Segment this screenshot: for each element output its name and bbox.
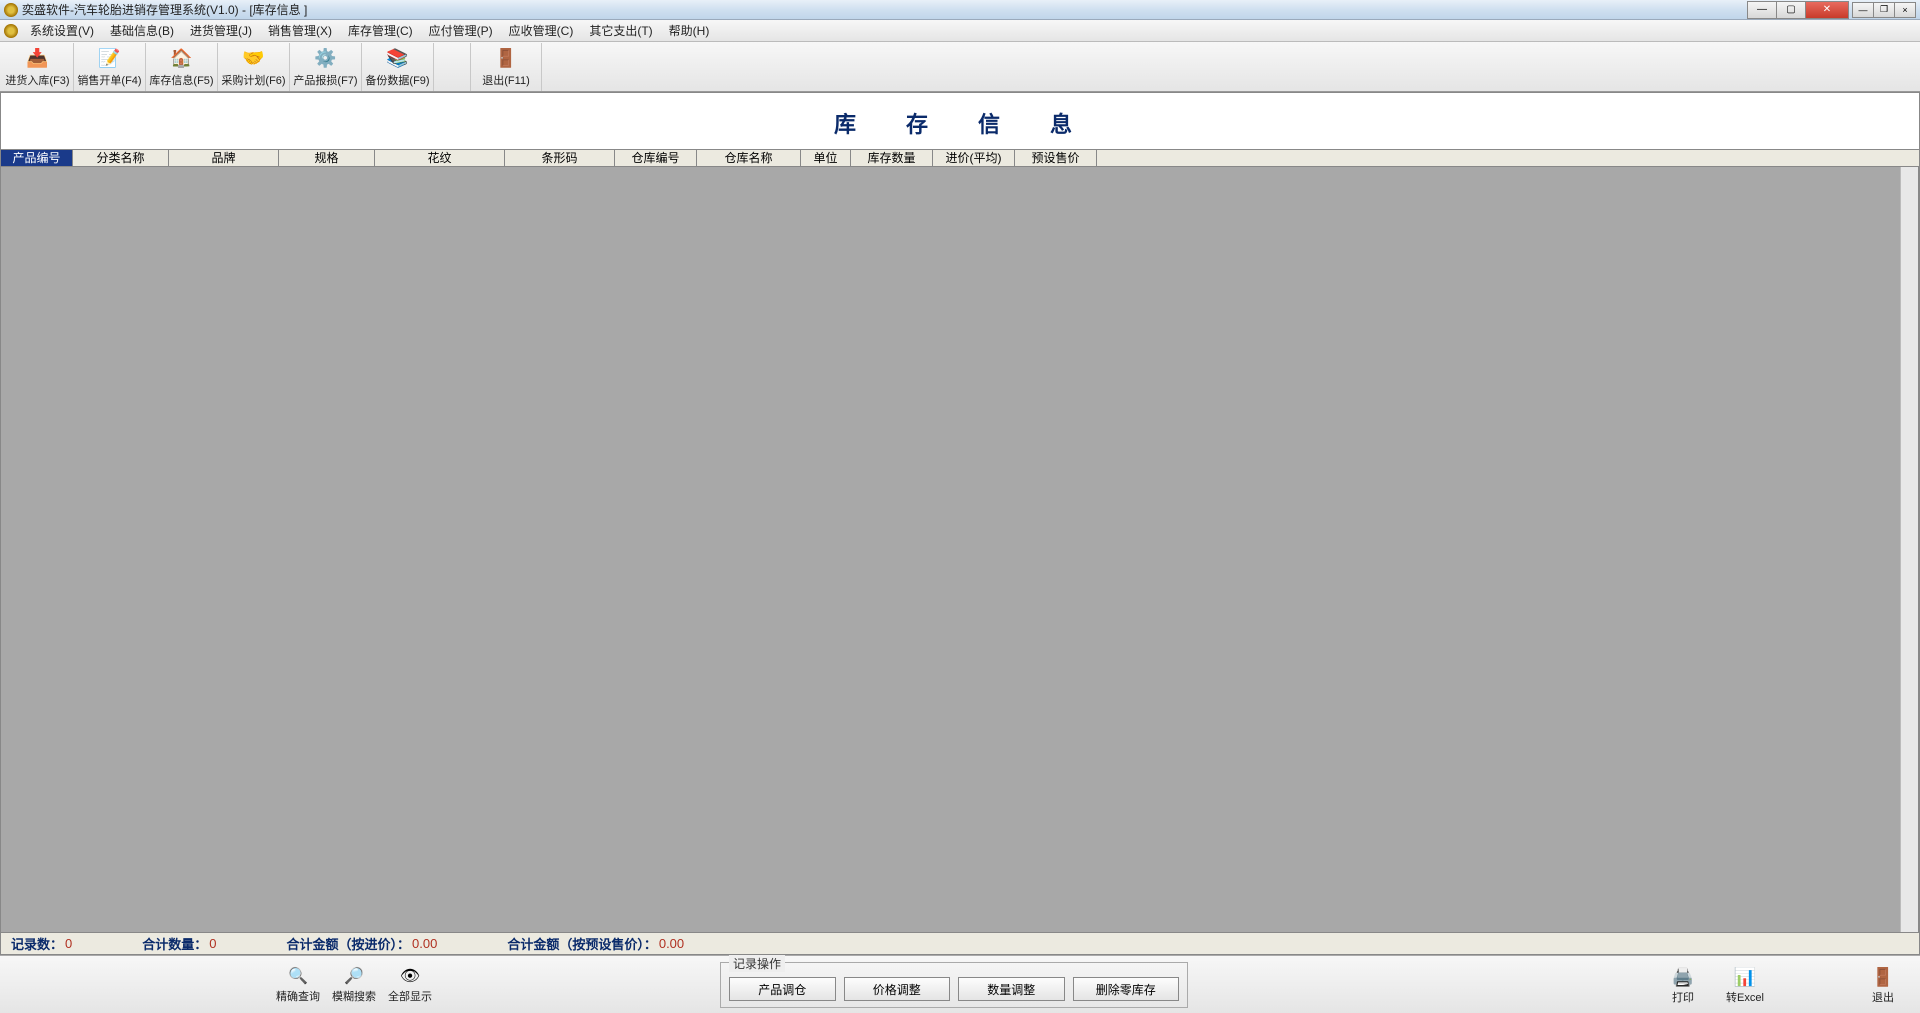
amount-sale-label: 合计金额（按预设售价）： [507, 934, 657, 953]
show-all-button[interactable]: 👁全部显示 [382, 961, 438, 1009]
exit-app-button[interactable]: 🚪退出(F11) [470, 43, 542, 91]
mdi-minimize-button[interactable]: — [1852, 2, 1874, 18]
menu-app-icon [4, 24, 18, 38]
window-close-button[interactable]: ✕ [1805, 1, 1849, 19]
search-group: 🔍精确查询🔎模糊搜索👁全部显示 [270, 961, 438, 1009]
purchase-plan-label: 采购计划(F6) [221, 72, 285, 88]
to-excel-label: 转Excel [1726, 989, 1764, 1005]
mdi-close-button[interactable]: × [1894, 2, 1916, 18]
exit-app-label: 退出(F11) [482, 72, 529, 88]
exact-search-label: 精确查询 [276, 988, 320, 1004]
mdi-controls: — ❐ × [1853, 2, 1916, 18]
fuzzy-search-icon: 🔎 [343, 965, 365, 987]
col-header-2[interactable]: 品牌 [169, 150, 279, 166]
bottom-panel: 🔍精确查询🔎模糊搜索👁全部显示 记录操作 产品调仓价格调整数量调整删除零库存 🖨… [0, 955, 1920, 1013]
exact-search-icon: 🔍 [287, 965, 309, 987]
window-minimize-button[interactable]: — [1747, 1, 1777, 19]
window-maximize-button[interactable]: ▢ [1776, 1, 1806, 19]
menu-system[interactable]: 系统设置(V) [22, 20, 102, 41]
col-header-3[interactable]: 规格 [279, 150, 375, 166]
exit-page-button[interactable]: 🚪 退出 [1858, 961, 1908, 1009]
print-button[interactable]: 🖨️打印 [1658, 961, 1708, 1009]
menu-payable[interactable]: 应付管理(P) [421, 20, 501, 41]
menu-receive[interactable]: 应收管理(C) [501, 20, 582, 41]
qty-value: 0 [209, 936, 216, 951]
exit-page-label: 退出 [1872, 989, 1894, 1005]
backup-data-label: 备份数据(F9) [365, 72, 429, 88]
stock-in-button[interactable]: 📥进货入库(F3) [2, 43, 74, 91]
exit-app-icon: 🚪 [493, 45, 519, 71]
grid-body[interactable] [1, 167, 1919, 932]
col-header-11[interactable]: 预设售价 [1015, 150, 1097, 166]
col-header-1[interactable]: 分类名称 [73, 150, 169, 166]
fuzzy-search-label: 模糊搜索 [332, 988, 376, 1004]
product-loss-button[interactable]: ⚙️产品报损(F7) [290, 43, 362, 91]
grid-header-row: 产品编号分类名称品牌规格花纹条形码仓库编号仓库名称单位库存数量进价(平均)预设售… [1, 149, 1919, 167]
exit-icon: 🚪 [1871, 965, 1895, 989]
purchase-plan-button[interactable]: 🤝采购计划(F6) [218, 43, 290, 91]
ops-button-2[interactable]: 数量调整 [958, 977, 1065, 1001]
main-toolbar: 📥进货入库(F3)📝销售开单(F4)🏠库存信息(F5)🤝采购计划(F6)⚙️产品… [0, 42, 1920, 92]
amount-cost-label: 合计金额（按进价）： [287, 934, 411, 953]
menubar: 系统设置(V) 基础信息(B) 进货管理(J) 销售管理(X) 库存管理(C) … [0, 20, 1920, 42]
sales-order-label: 销售开单(F4) [77, 72, 141, 88]
records-label: 记录数： [11, 934, 63, 953]
stock-in-label: 进货入库(F3) [5, 72, 69, 88]
col-header-4[interactable]: 花纹 [375, 150, 505, 166]
amount-sale-value: 0.00 [659, 936, 684, 951]
ops-button-3[interactable]: 删除零库存 [1073, 977, 1180, 1001]
stock-in-icon: 📥 [25, 45, 51, 71]
menu-purchase[interactable]: 进货管理(J) [182, 20, 260, 41]
sales-order-icon: 📝 [97, 45, 123, 71]
print-icon: 🖨️ [1671, 965, 1695, 989]
window-title: 奕盛软件-汽车轮胎进销存管理系统(V1.0) - [库存信息 ] [22, 1, 307, 18]
menu-stock[interactable]: 库存管理(C) [340, 20, 421, 41]
to-excel-button[interactable]: 📊转Excel [1720, 961, 1770, 1009]
data-grid: 产品编号分类名称品牌规格花纹条形码仓库编号仓库名称单位库存数量进价(平均)预设售… [1, 149, 1919, 932]
sales-order-button[interactable]: 📝销售开单(F4) [74, 43, 146, 91]
col-header-10[interactable]: 进价(平均) [933, 150, 1015, 166]
ops-legend: 记录操作 [729, 955, 785, 972]
fuzzy-search-button[interactable]: 🔎模糊搜索 [326, 961, 382, 1009]
summary-bar: 记录数： 0 合计数量： 0 合计金额（按进价）： 0.00 合计金额（按预设售… [1, 932, 1919, 954]
menu-other[interactable]: 其它支出(T) [581, 20, 660, 41]
window-titlebar: 奕盛软件-汽车轮胎进销存管理系统(V1.0) - [库存信息 ] — ▢ ✕ —… [0, 0, 1920, 20]
mdi-restore-button[interactable]: ❐ [1873, 2, 1895, 18]
backup-data-button[interactable]: 📚备份数据(F9) [362, 43, 434, 91]
content-area: 库 存 信 息 产品编号分类名称品牌规格花纹条形码仓库编号仓库名称单位库存数量进… [0, 92, 1920, 955]
col-header-9[interactable]: 库存数量 [851, 150, 933, 166]
print-label: 打印 [1672, 989, 1694, 1005]
exact-search-button[interactable]: 🔍精确查询 [270, 961, 326, 1009]
ops-button-1[interactable]: 价格调整 [844, 977, 951, 1001]
col-header-6[interactable]: 仓库编号 [615, 150, 697, 166]
product-loss-icon: ⚙️ [313, 45, 339, 71]
grid-vertical-scrollbar[interactable] [1900, 167, 1918, 932]
export-group: 🖨️打印📊转Excel [1658, 961, 1770, 1009]
amount-cost-value: 0.00 [412, 936, 437, 951]
menu-sales[interactable]: 销售管理(X) [260, 20, 340, 41]
menu-help[interactable]: 帮助(H) [661, 20, 718, 41]
col-header-7[interactable]: 仓库名称 [697, 150, 801, 166]
window-controls: — ▢ ✕ [1748, 1, 1849, 19]
records-value: 0 [65, 936, 72, 951]
record-ops-group: 记录操作 产品调仓价格调整数量调整删除零库存 [720, 962, 1188, 1008]
col-header-8[interactable]: 单位 [801, 150, 851, 166]
ops-button-0[interactable]: 产品调仓 [729, 977, 836, 1001]
page-title: 库 存 信 息 [1, 93, 1919, 149]
purchase-plan-icon: 🤝 [241, 45, 267, 71]
qty-label: 合计数量： [142, 934, 207, 953]
menu-basic[interactable]: 基础信息(B) [102, 20, 182, 41]
col-header-5[interactable]: 条形码 [505, 150, 615, 166]
inventory-info-icon: 🏠 [169, 45, 195, 71]
show-all-label: 全部显示 [388, 988, 432, 1004]
inventory-info-label: 库存信息(F5) [149, 72, 213, 88]
product-loss-label: 产品报损(F7) [293, 72, 357, 88]
col-header-0[interactable]: 产品编号 [1, 150, 73, 166]
app-icon [4, 3, 18, 17]
show-all-icon: 👁 [399, 965, 421, 987]
to-excel-icon: 📊 [1733, 965, 1757, 989]
inventory-info-button[interactable]: 🏠库存信息(F5) [146, 43, 218, 91]
backup-data-icon: 📚 [385, 45, 411, 71]
